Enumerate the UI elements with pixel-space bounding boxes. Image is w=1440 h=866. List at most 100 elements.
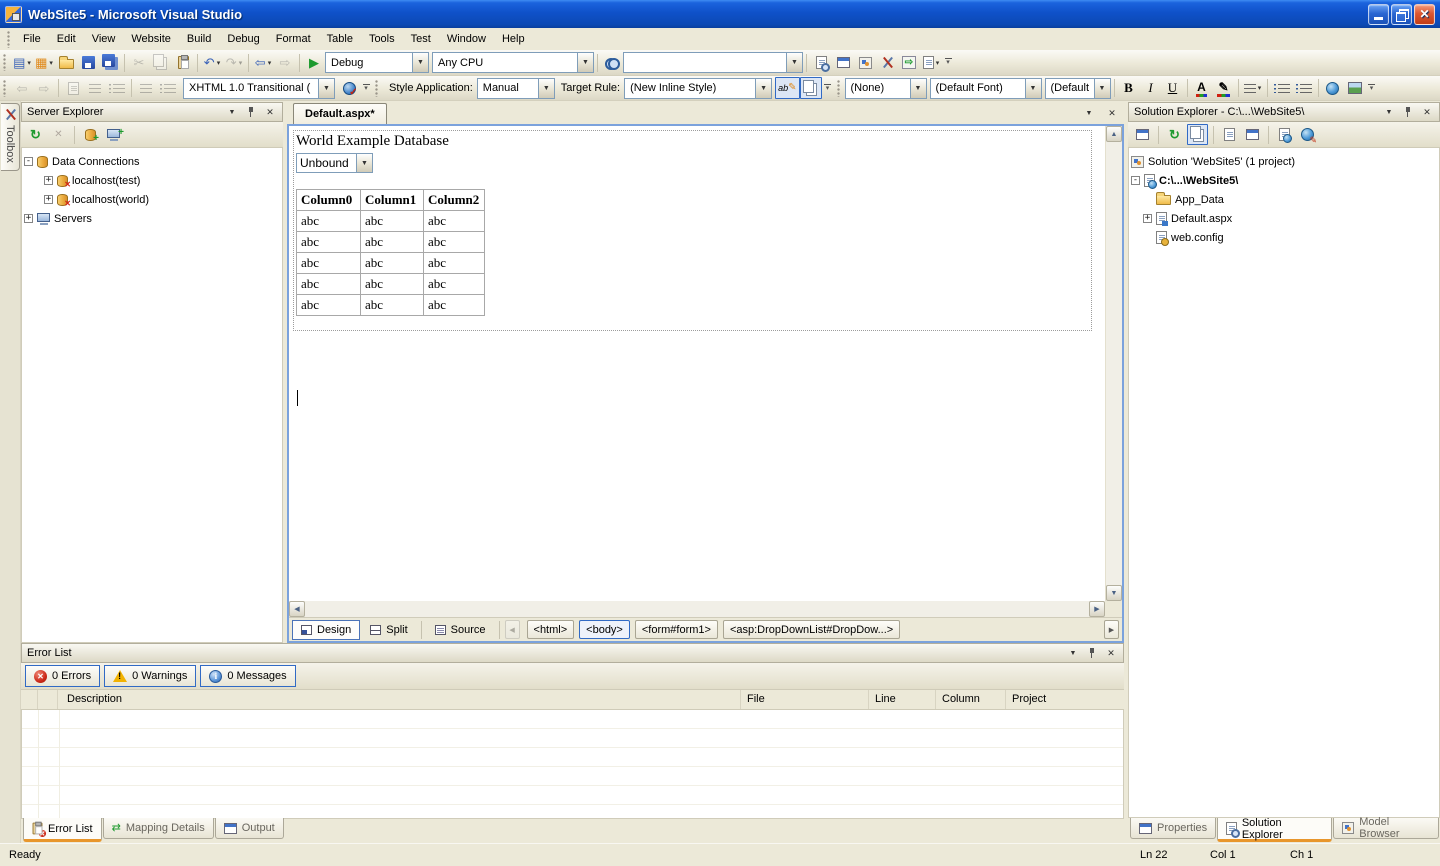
horizontal-scroll-track[interactable] xyxy=(305,601,1089,617)
close-panel-button[interactable]: ✕ xyxy=(1420,105,1434,119)
tab-properties[interactable]: Properties xyxy=(1130,818,1216,839)
chevron-down-icon[interactable]: ▼ xyxy=(786,53,802,72)
warnings-filter-button[interactable]: 0 Warnings xyxy=(104,665,196,687)
stop-refresh-button[interactable]: ✕ xyxy=(48,124,69,145)
add-new-item-button[interactable]: ▦▾ xyxy=(33,52,55,74)
menu-website[interactable]: Website xyxy=(123,30,179,48)
close-panel-button[interactable]: ✕ xyxy=(263,105,277,119)
copy-website-button[interactable] xyxy=(1274,124,1295,145)
tab-mapping-details[interactable]: ⇄ Mapping Details xyxy=(103,818,214,839)
close-button[interactable]: ✕ xyxy=(1414,4,1435,25)
decrease-indent-button[interactable] xyxy=(84,77,106,99)
menu-view[interactable]: View xyxy=(84,30,124,48)
alignment-button[interactable]: ▾ xyxy=(1242,77,1264,99)
start-debugging-button[interactable]: ▶ xyxy=(303,52,325,74)
scroll-right-icon[interactable]: ▶ xyxy=(1089,601,1105,617)
menu-tools[interactable]: Tools xyxy=(361,30,403,48)
close-document-button[interactable]: ✕ xyxy=(1105,106,1119,120)
chevron-down-icon[interactable]: ▼ xyxy=(318,79,334,98)
check-page-button[interactable] xyxy=(338,77,360,99)
connect-to-server-button[interactable] xyxy=(103,124,124,145)
tag-dropdownlist[interactable]: <asp:DropDownList#DropDow...> xyxy=(723,620,900,639)
highlight-color-button[interactable]: ✎ xyxy=(1213,77,1235,99)
menu-format[interactable]: Format xyxy=(268,30,319,48)
solution-explorer-button[interactable] xyxy=(810,52,832,74)
tab-output[interactable]: Output xyxy=(215,818,284,839)
column-description[interactable]: Description xyxy=(58,690,741,709)
bullet-list-button[interactable] xyxy=(1271,77,1293,99)
chevron-down-icon[interactable]: ▼ xyxy=(356,154,372,172)
menu-grip[interactable] xyxy=(7,31,11,48)
auto-hide-pin-button[interactable] xyxy=(244,105,258,119)
design-view-button[interactable]: Design xyxy=(292,620,360,640)
navigate-backward-button[interactable]: ⇦▾ xyxy=(252,52,274,74)
chevron-down-icon[interactable]: ▼ xyxy=(1094,79,1110,98)
scroll-down-icon[interactable]: ▼ xyxy=(1106,585,1122,601)
toolbox-autohide-tab[interactable]: Toolbox xyxy=(1,103,20,171)
window-position-button[interactable]: ▼ xyxy=(225,105,239,119)
font-size-combo[interactable]: (Default▼ xyxy=(1045,78,1111,99)
menu-window[interactable]: Window xyxy=(439,30,494,48)
back-page-button[interactable]: ⇦ xyxy=(11,77,33,99)
preview-styles-button[interactable] xyxy=(800,77,822,99)
toolbar-grip[interactable] xyxy=(375,80,379,97)
messages-filter-button[interactable]: 0 Messages xyxy=(200,665,295,687)
tree-item-localhost-test[interactable]: + localhost(test) xyxy=(24,171,280,190)
insert-picture-button[interactable] xyxy=(1344,77,1366,99)
scroll-left-icon[interactable]: ◀ xyxy=(289,601,305,617)
numbered-list-button[interactable] xyxy=(1293,77,1315,99)
forward-page-button[interactable]: ⇨ xyxy=(33,77,55,99)
style-application-combo[interactable]: Manual▼ xyxy=(477,78,555,99)
toolbox-button[interactable] xyxy=(876,52,898,74)
auto-hide-pin-button[interactable] xyxy=(1085,646,1099,660)
formatting-a-button[interactable] xyxy=(135,77,157,99)
properties-window-button[interactable] xyxy=(832,52,854,74)
save-button[interactable] xyxy=(77,52,99,74)
chevron-down-icon[interactable]: ▼ xyxy=(538,79,554,98)
error-list-icon-column[interactable] xyxy=(21,690,38,709)
column-line[interactable]: Line xyxy=(869,690,936,709)
source-view-button[interactable]: Source xyxy=(427,620,494,640)
dropdownlist-control[interactable]: Unbound ▼ xyxy=(296,153,373,173)
design-surface[interactable]: World Example Database Unbound ▼ Column0… xyxy=(289,126,1105,601)
toolbar-overflow-button[interactable]: ▾ xyxy=(942,58,954,66)
chevron-down-icon[interactable]: ▼ xyxy=(755,79,771,98)
cut-button[interactable]: ✂ xyxy=(128,52,150,74)
bold-button[interactable]: B xyxy=(1118,77,1140,99)
menu-file[interactable]: File xyxy=(15,30,49,48)
tab-model-browser[interactable]: Model Browser xyxy=(1333,818,1439,839)
solution-platforms-combo[interactable]: Any CPU▼ xyxy=(432,52,594,73)
toolbar-overflow-button[interactable]: ▾ xyxy=(360,84,372,92)
window-position-button[interactable]: ▼ xyxy=(1066,646,1080,660)
column-project[interactable]: Project xyxy=(1006,690,1124,709)
tag-form[interactable]: <form#form1> xyxy=(635,620,718,639)
refresh-button[interactable]: ↻ xyxy=(25,124,46,145)
column-column[interactable]: Column xyxy=(936,690,1006,709)
collapse-expander[interactable]: - xyxy=(1131,176,1140,185)
tag-html[interactable]: <html> xyxy=(527,620,575,639)
menu-test[interactable]: Test xyxy=(403,30,439,48)
formatting-b-button[interactable] xyxy=(157,77,179,99)
find-in-files-button[interactable] xyxy=(601,52,623,74)
solution-configurations-combo[interactable]: Debug▼ xyxy=(325,52,429,73)
errors-filter-button[interactable]: 0 Errors xyxy=(25,665,100,687)
toolbar-overflow-button[interactable]: ▾ xyxy=(1366,84,1378,92)
underline-button[interactable]: U xyxy=(1162,77,1184,99)
tag-scroll-right-button[interactable]: ▶ xyxy=(1104,620,1119,639)
close-panel-button[interactable]: ✕ xyxy=(1104,646,1118,660)
tree-item-default-aspx[interactable]: + Default.aspx xyxy=(1131,209,1437,228)
aspnet-configuration-button[interactable]: ✎ xyxy=(1297,124,1318,145)
tab-solution-explorer[interactable]: Solution Explorer xyxy=(1217,818,1332,842)
active-files-dropdown-button[interactable]: ▼ xyxy=(1082,106,1096,120)
minimize-button[interactable] xyxy=(1368,4,1389,25)
tag-body[interactable]: <body> xyxy=(579,620,630,639)
expand-expander[interactable]: + xyxy=(24,214,33,223)
design-heading-text[interactable]: World Example Database xyxy=(296,133,1091,150)
expand-expander[interactable]: + xyxy=(44,176,53,185)
toolbar-grip[interactable] xyxy=(3,80,7,97)
navigate-forward-button[interactable]: ⇨ xyxy=(274,52,296,74)
vertical-scroll-track[interactable] xyxy=(1106,142,1122,585)
connect-to-database-button[interactable] xyxy=(80,124,101,145)
increase-indent-button[interactable] xyxy=(106,77,128,99)
tree-item-website-project[interactable]: - C:\...\WebSite5\ xyxy=(1131,171,1437,190)
